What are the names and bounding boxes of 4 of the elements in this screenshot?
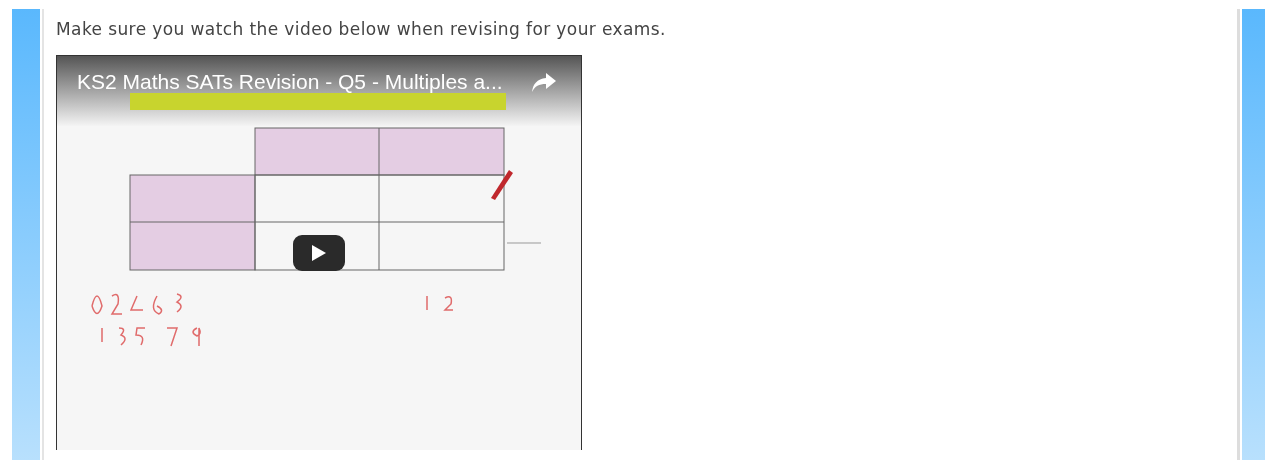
instruction-text: Make sure you watch the video below when revising for your exams.	[56, 19, 667, 39]
play-icon	[312, 245, 326, 261]
share-icon[interactable]	[531, 71, 557, 93]
play-button[interactable]	[293, 235, 345, 271]
